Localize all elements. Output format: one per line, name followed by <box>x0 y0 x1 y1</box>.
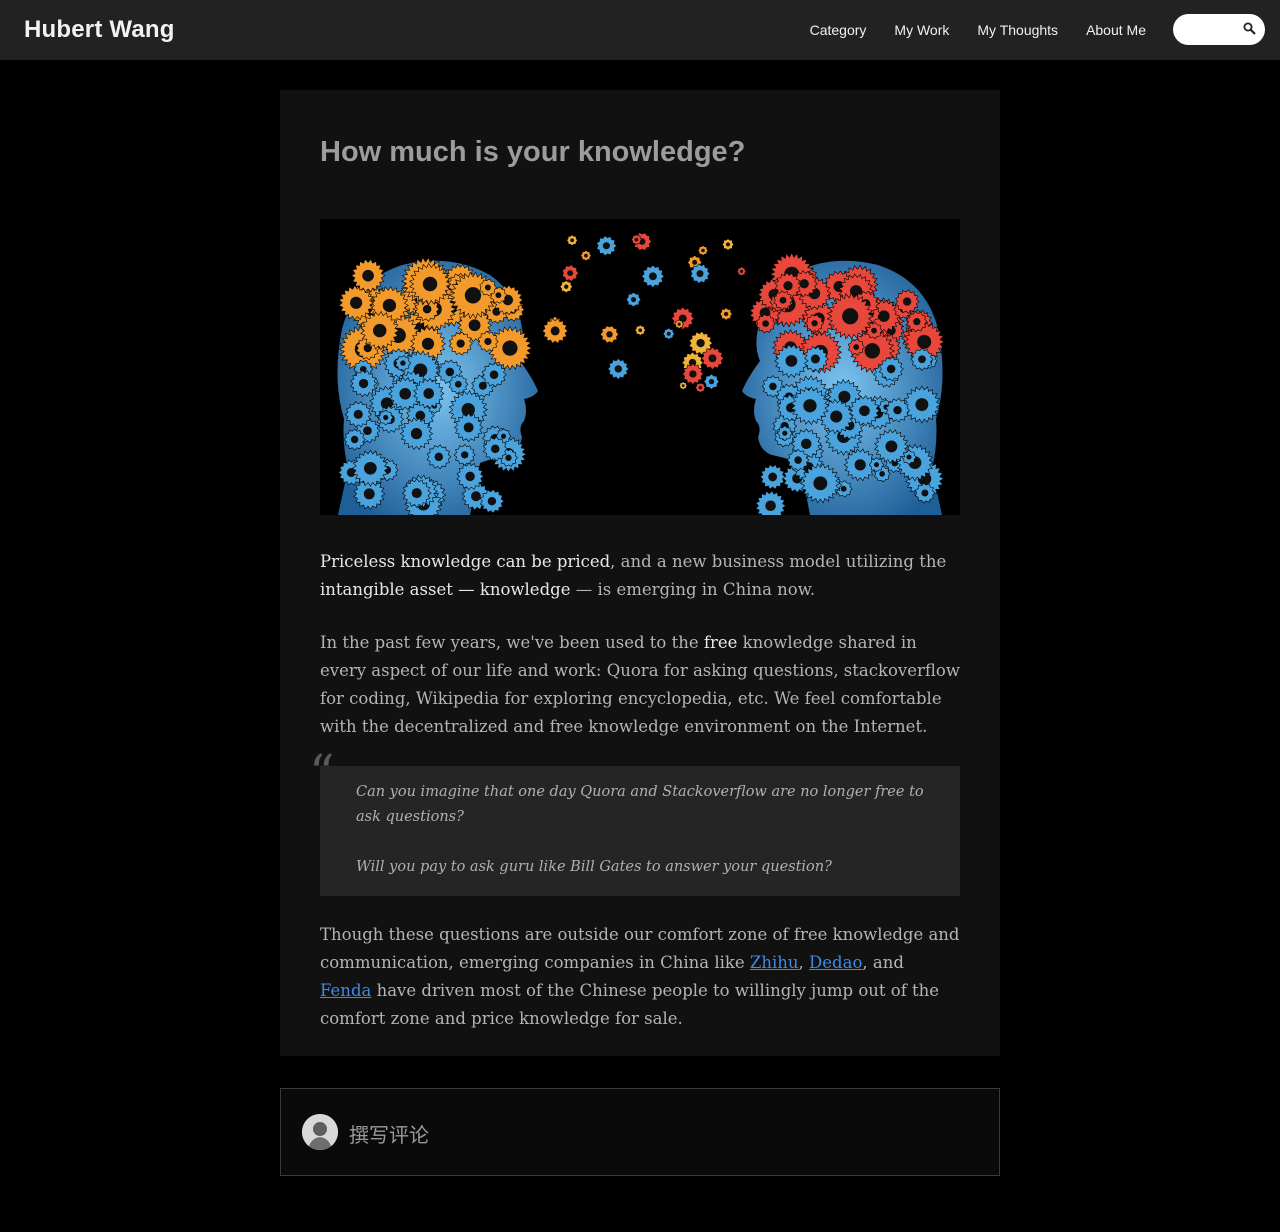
paragraph-companies: Though these questions are outside our c… <box>320 921 960 1033</box>
p1-text1: , and a new business model utilizing the <box>610 552 947 571</box>
gear-shape <box>634 324 646 336</box>
gear-shape <box>599 325 620 344</box>
paragraph-free-knowledge: In the past few years, we've been used t… <box>320 629 960 741</box>
gear-shape <box>559 280 573 294</box>
gear-shape <box>607 357 630 380</box>
nav-category[interactable]: Category <box>810 22 867 38</box>
p1-text2: — is emerging in China now. <box>570 580 816 599</box>
paragraph-intro: Priceless knowledge can be priced, and a… <box>320 548 960 604</box>
bold-intangible: intangible asset — knowledge <box>320 580 571 599</box>
hero-image <box>320 219 960 515</box>
search-icon[interactable] <box>1241 20 1259 38</box>
gear-shape <box>453 412 484 443</box>
link-fenda[interactable]: Fenda <box>320 981 371 1000</box>
bold-free: free <box>703 633 738 652</box>
gear-shape <box>736 266 747 277</box>
gear-shape <box>580 249 592 262</box>
avatar-icon <box>302 1114 338 1150</box>
gear-shape <box>678 381 688 391</box>
p3-text2: have driven most of the Chinese people t… <box>320 981 940 1028</box>
gear-shape <box>630 234 642 246</box>
gear-shape <box>697 245 709 256</box>
link-dedao[interactable]: Dedao <box>809 953 862 972</box>
search-input[interactable] <box>1185 20 1243 39</box>
main-nav: Category My Work My Thoughts About Me <box>782 0 1146 60</box>
gear-shape <box>776 425 793 441</box>
p2-text1: In the past few years, we've been used t… <box>320 633 704 652</box>
gear-shape <box>755 490 787 515</box>
gear-shape <box>596 235 618 257</box>
bold-priceless: Priceless knowledge can be priced <box>320 552 611 571</box>
gear-shape <box>625 291 642 308</box>
site-brand[interactable]: Hubert Wang <box>24 16 175 44</box>
quote-line-2: Will you pay to ask guru like Bill Gates… <box>356 859 832 875</box>
gear-shape <box>401 478 432 509</box>
link-zhihu[interactable]: Zhihu <box>750 953 799 972</box>
gear-shape <box>759 464 786 490</box>
gear-shape <box>703 373 720 390</box>
search-box <box>1173 14 1265 45</box>
quote-line-1: Can you imagine that one day Quora and S… <box>356 784 924 825</box>
gear-shape <box>541 317 569 344</box>
nav-about-me[interactable]: About Me <box>1086 22 1146 38</box>
comment-box[interactable]: 撰写评论 <box>280 1088 1000 1176</box>
gear-shape <box>641 264 665 289</box>
gear-shape <box>561 264 580 282</box>
nav-my-work[interactable]: My Work <box>894 22 949 38</box>
gear-shape <box>674 319 685 330</box>
gear-shape <box>377 409 394 426</box>
nav-my-thoughts[interactable]: My Thoughts <box>977 22 1058 38</box>
blockquote: Can you imagine that one day Quora and S… <box>320 766 960 896</box>
gear-shape <box>694 382 706 393</box>
gear-shape <box>721 238 735 251</box>
gear-shape <box>566 234 578 247</box>
gear-shape <box>670 306 695 331</box>
post-title: How much is your knowledge? <box>320 136 746 168</box>
heads-with-gears-illustration <box>337 232 945 515</box>
p3-sep2: , and <box>862 953 904 972</box>
post-card: How much is your knowledge? Priceless kn… <box>280 90 1000 1056</box>
p3-sep1: , <box>798 953 810 972</box>
gear-shape <box>868 457 885 473</box>
write-comment-label[interactable]: 撰写评论 <box>349 1119 429 1148</box>
top-navigation-bar: Hubert Wang Category My Work My Thoughts… <box>0 0 1280 60</box>
gear-shape <box>690 263 711 284</box>
gear-shape <box>662 327 675 340</box>
user-avatar <box>302 1114 338 1150</box>
gear-shape <box>719 307 733 321</box>
